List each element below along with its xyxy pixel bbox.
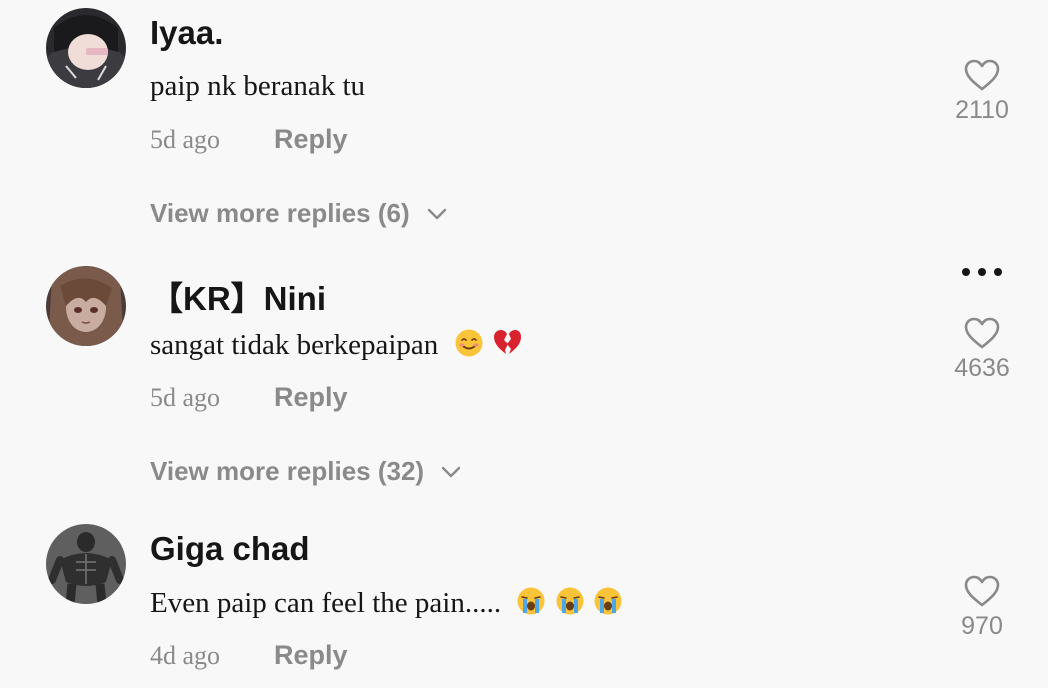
reply-button[interactable]: Reply [274,640,348,671]
username[interactable]: Giga chad [150,530,310,568]
loudly-crying-face-icon [594,587,622,615]
more-options-icon[interactable] [956,262,1008,282]
comment-time: 5d ago [150,125,221,154]
reply-button[interactable]: Reply [274,382,348,413]
heart-icon [964,575,1000,607]
comment-text: sangat tidak berkepaipan [150,328,522,362]
chevron-down-icon [441,466,461,477]
heart-icon [964,59,1000,91]
like-button[interactable]: 4636 [940,316,1024,383]
username[interactable]: 【KR】Nini [150,272,326,320]
view-more-replies-button[interactable]: View more replies (6) [150,198,448,229]
comment-list: Iyaa. paip nk beranak tu 5d ago Reply Vi… [0,0,1048,688]
view-more-replies-label: View more replies (32) [150,456,425,486]
like-button[interactable]: 970 [940,574,1024,641]
comment-time: 4d ago [150,641,221,670]
like-count: 4636 [954,354,1010,382]
comment-meta: 4d ago Reply [150,640,348,671]
comment-meta: 5d ago Reply [150,382,348,413]
chevron-down-icon [427,208,446,219]
comment-time: 5d ago [150,383,221,412]
comment-text-content: Even paip can feel the pain..... [150,587,502,619]
avatar[interactable] [46,266,126,346]
avatar[interactable] [46,524,126,604]
avatar[interactable] [46,8,126,88]
comment-meta: 5d ago Reply [150,124,348,155]
view-more-replies-label: View more replies (6) [150,198,410,228]
like-count: 970 [961,612,1003,640]
view-more-replies-button[interactable]: View more replies (32) [150,456,462,487]
username[interactable]: Iyaa. [150,14,223,52]
reply-button[interactable]: Reply [274,124,348,155]
comment-text: paip nk beranak tu [150,70,366,102]
smiling-face-icon [455,329,483,357]
heart-icon [964,317,1000,349]
loudly-crying-face-icon [517,587,545,615]
comment-text-content: sangat tidak berkepaipan [150,329,439,361]
comment-text: Even paip can feel the pain..... [150,586,623,620]
loudly-crying-face-icon [556,587,584,615]
like-button[interactable]: 2110 [940,58,1024,125]
broken-heart-icon [493,330,521,354]
like-count: 2110 [955,96,1009,124]
